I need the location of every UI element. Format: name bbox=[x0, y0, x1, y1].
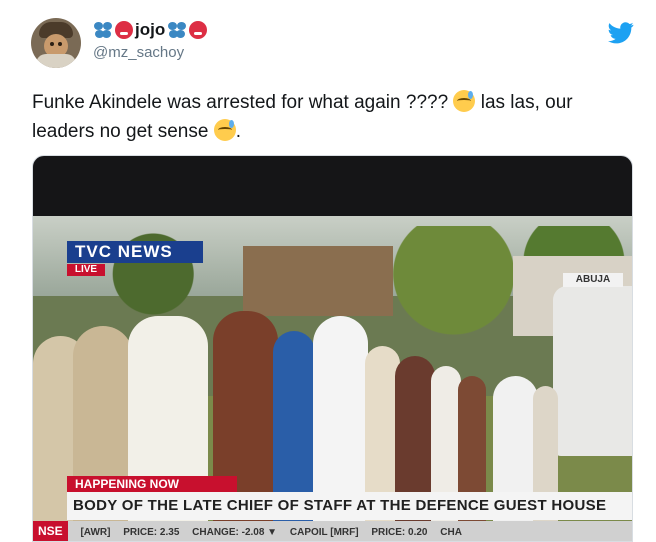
live-badge: LIVE bbox=[67, 264, 105, 276]
ticker-item: CHANGE: -2.08 ▼ bbox=[192, 527, 278, 538]
hot-face-icon bbox=[115, 21, 133, 39]
tweet-text-line2: leaders no get sense bbox=[32, 121, 209, 142]
ticker-item: PRICE: 0.20 bbox=[371, 527, 428, 538]
ticker-item: CAPOIL [MRF] bbox=[289, 527, 359, 538]
location-tag: ABUJA bbox=[563, 273, 623, 287]
twitter-bird-icon[interactable] bbox=[608, 22, 634, 44]
grinning-sweat-icon bbox=[453, 90, 476, 112]
tweet-text: Funke Akindele was arrested for what aga… bbox=[32, 88, 632, 146]
display-name-text: jojo bbox=[135, 20, 166, 39]
tweet-text-line1: Funke Akindele was arrested for what aga… bbox=[32, 92, 449, 113]
ticker-item: PRICE: 2.35 bbox=[123, 527, 180, 538]
channel-logo: TVC NEWS bbox=[67, 241, 203, 263]
butterfly-icon bbox=[93, 21, 113, 39]
tv-screen: TVC NEWS LIVE ABUJA HAPPENING NOW BODY O… bbox=[33, 216, 632, 541]
user-avatar[interactable] bbox=[31, 18, 81, 68]
ticker-exchange: NSE bbox=[33, 521, 68, 541]
grinning-sweat-icon bbox=[213, 119, 236, 141]
tweet-text-line1-after: las las, our bbox=[480, 92, 573, 113]
butterfly-icon bbox=[167, 21, 187, 39]
tweet-text-line2-after: . bbox=[235, 121, 241, 142]
display-name[interactable]: jojo bbox=[93, 20, 208, 40]
stock-ticker: NSE [AWR] PRICE: 2.35 CHANGE: -2.08 ▼ CA… bbox=[33, 521, 632, 541]
happening-now-banner: HAPPENING NOW bbox=[67, 476, 237, 492]
ticker-item: [AWR] bbox=[80, 527, 111, 538]
tweet-photo[interactable]: TVC NEWS LIVE ABUJA HAPPENING NOW BODY O… bbox=[32, 155, 633, 542]
hot-face-icon bbox=[189, 21, 208, 39]
ticker-item: CHA bbox=[440, 527, 462, 538]
tweet-card: jojo @mz_sachoy Funke Akindele was arres… bbox=[0, 0, 656, 542]
news-headline: BODY OF THE LATE CHIEF OF STAFF AT THE D… bbox=[67, 492, 632, 520]
user-handle[interactable]: @mz_sachoy bbox=[93, 44, 184, 61]
